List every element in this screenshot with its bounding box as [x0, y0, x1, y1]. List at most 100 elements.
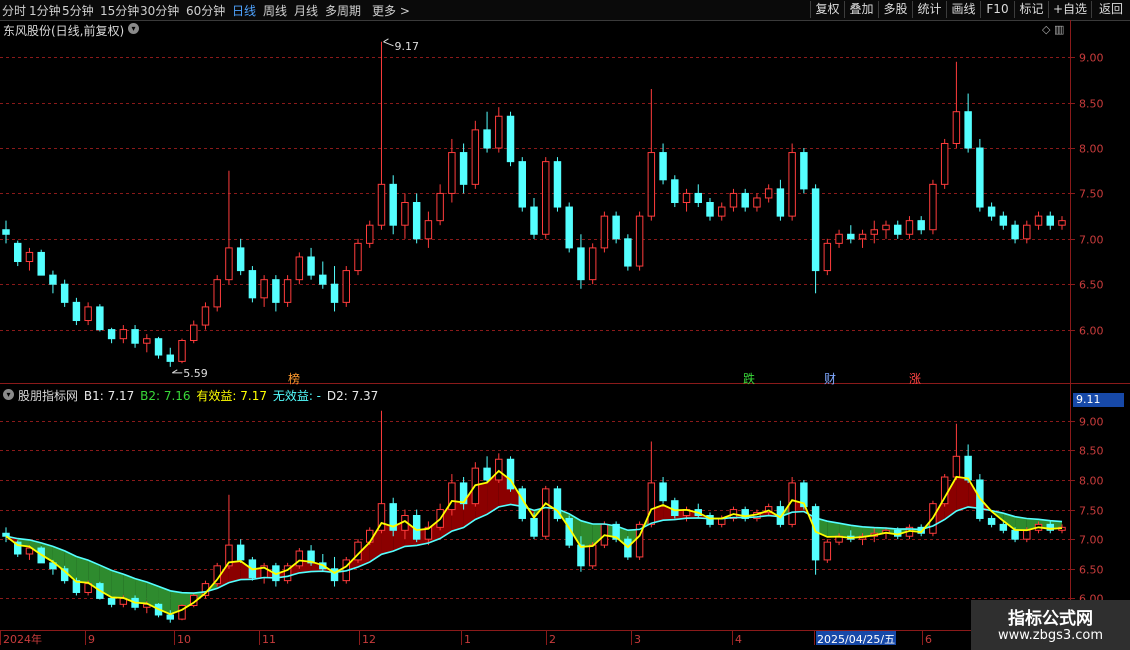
- price-candle-body: [800, 152, 808, 190]
- indicator-candle-body: [894, 529, 902, 537]
- period-toolbar: 分时 1分钟 5分钟 15分钟 30分钟 60分钟 日线 周线 月线 多周期 更…: [0, 0, 1130, 21]
- event-marker-finance[interactable]: 财: [822, 370, 838, 387]
- indicator-fill-band: [522, 499, 534, 518]
- indicator-candle-body: [412, 515, 421, 540]
- indicator-fill-band: [569, 513, 581, 547]
- price-badge: 9.11: [1073, 393, 1124, 407]
- period-tab-monthly[interactable]: 月线: [294, 2, 318, 19]
- indicator-candle-body: [1034, 523, 1043, 531]
- price-candle-body: [1058, 220, 1066, 226]
- indicator-fill-band: [886, 527, 898, 535]
- panel-toggle-icon[interactable]: ▥: [1054, 23, 1064, 36]
- indicator-fill-band: [64, 550, 77, 582]
- price-candle-body: [342, 270, 350, 303]
- indicator-fill-band: [510, 479, 523, 507]
- x-axis-label: 9: [88, 633, 95, 646]
- indicator-fill-band: [475, 482, 488, 520]
- indicator-fill-band: [440, 501, 452, 539]
- panel-icons[interactable]: ◇ ▥: [1042, 23, 1064, 36]
- indicator-y-tick-label: 7.50: [1079, 505, 1104, 518]
- period-tab-weekly[interactable]: 周线: [263, 2, 287, 19]
- indicator-candle-body: [694, 509, 702, 517]
- indicator-candle-body: [530, 517, 538, 537]
- indicator-candle-body: [870, 532, 878, 537]
- indicator-fill-band: [498, 470, 511, 507]
- indicator-candle-body: [1023, 529, 1031, 540]
- back-button[interactable]: 返回: [1091, 1, 1130, 18]
- indicator-fill-band: [557, 508, 570, 528]
- kline-chart: 9.00 8.50 8.00 7.50 7.00 6.50 6.00 9.00 8.50 8.00…: [0, 38, 1130, 646]
- f10-button[interactable]: F10: [980, 1, 1014, 18]
- indicator-candle-body: [377, 503, 386, 531]
- indicator-candle-body: [999, 523, 1008, 531]
- price-candle-body: [49, 274, 57, 285]
- period-tab-15min[interactable]: 15分钟: [100, 2, 139, 19]
- indicator-fill-band: [52, 546, 65, 572]
- indicator-candle-body: [436, 509, 444, 528]
- indicator-candle-body: [84, 583, 92, 593]
- draw-button[interactable]: 画线: [946, 1, 980, 18]
- price-y-tick-label: 7.00: [1079, 234, 1104, 247]
- price-candle-body: [236, 247, 245, 272]
- watermark-title: 指标公式网: [1008, 609, 1093, 629]
- watermark: 指标公式网 www.zbgs3.com: [971, 600, 1130, 650]
- series-line-b2: [5, 503, 1063, 594]
- event-label: 涨: [908, 372, 921, 386]
- chevron-down-icon[interactable]: ▾: [128, 23, 139, 34]
- price-candle-body: [811, 188, 820, 272]
- price-axis-separator: [1070, 20, 1071, 630]
- mark-button[interactable]: 标记: [1014, 1, 1048, 18]
- indicator-candle-body: [800, 482, 808, 508]
- event-marker-rank[interactable]: 榜: [286, 370, 302, 387]
- indicator-candle-body: [236, 544, 245, 561]
- indicator-fill-band: [404, 521, 417, 547]
- price-candle-body: [565, 206, 573, 249]
- period-tab-30min[interactable]: 30分钟: [140, 2, 179, 19]
- indicator-fill-band: [369, 522, 382, 563]
- indicator-candle-body: [213, 565, 221, 585]
- indicator-candle-body: [307, 550, 315, 564]
- add-watchlist-button[interactable]: +自选: [1048, 1, 1091, 18]
- indicator-fill-band: [780, 500, 793, 518]
- chevron-down-icon[interactable]: ▾: [3, 389, 14, 400]
- diamond-icon[interactable]: ◇: [1042, 23, 1050, 36]
- period-tab-multi[interactable]: 多周期: [325, 2, 361, 19]
- period-tab-1min[interactable]: 1分钟: [29, 2, 61, 19]
- event-marker-rise[interactable]: 涨: [907, 370, 923, 387]
- indicator-fill-band: [1038, 519, 1051, 529]
- x-axis-label: 12: [362, 633, 376, 646]
- price-candle-body: [1011, 224, 1019, 240]
- price-y-tick-label: 7.50: [1079, 188, 1104, 201]
- indicator-candle-body: [835, 535, 843, 543]
- indicator-fill-band: [463, 485, 476, 528]
- multi-stock-button[interactable]: 多股: [878, 1, 912, 18]
- period-tab-realtime[interactable]: 分时: [2, 2, 26, 19]
- period-tab-60min[interactable]: 60分钟: [186, 2, 225, 19]
- period-tab-more[interactable]: 更多 >: [372, 2, 410, 19]
- price-candle-body: [940, 142, 949, 185]
- price-candle-body: [307, 256, 315, 276]
- overlay-button[interactable]: 叠加: [844, 1, 878, 18]
- indicator-fill-band: [193, 591, 206, 603]
- event-marker-fall[interactable]: 跌: [741, 370, 757, 387]
- watermark-url: www.zbgs3.com: [997, 628, 1104, 643]
- stats-button[interactable]: 统计: [912, 1, 946, 18]
- price-candle-body: [952, 111, 961, 144]
- price-candle-body: [248, 270, 257, 299]
- indicator-candle-body: [107, 597, 116, 605]
- price-candle-body: [694, 192, 702, 203]
- indicator-fill-band: [146, 581, 159, 610]
- indicator-candle-body: [342, 559, 350, 582]
- indicator-candle-body: [154, 603, 163, 616]
- indicator-fill-band: [240, 561, 253, 580]
- period-tab-5min[interactable]: 5分钟: [62, 2, 94, 19]
- price-candle-body: [788, 152, 796, 217]
- high-price-label: 9.17: [394, 40, 419, 53]
- period-tab-daily[interactable]: 日线: [232, 2, 256, 19]
- indicator-fill-band: [287, 560, 300, 577]
- price-candle-body: [96, 306, 104, 331]
- indicator-candle-body: [940, 476, 949, 505]
- adjust-button[interactable]: 复权: [810, 1, 844, 18]
- price-candle-body: [190, 324, 198, 342]
- series-line-b1: [5, 469, 1063, 616]
